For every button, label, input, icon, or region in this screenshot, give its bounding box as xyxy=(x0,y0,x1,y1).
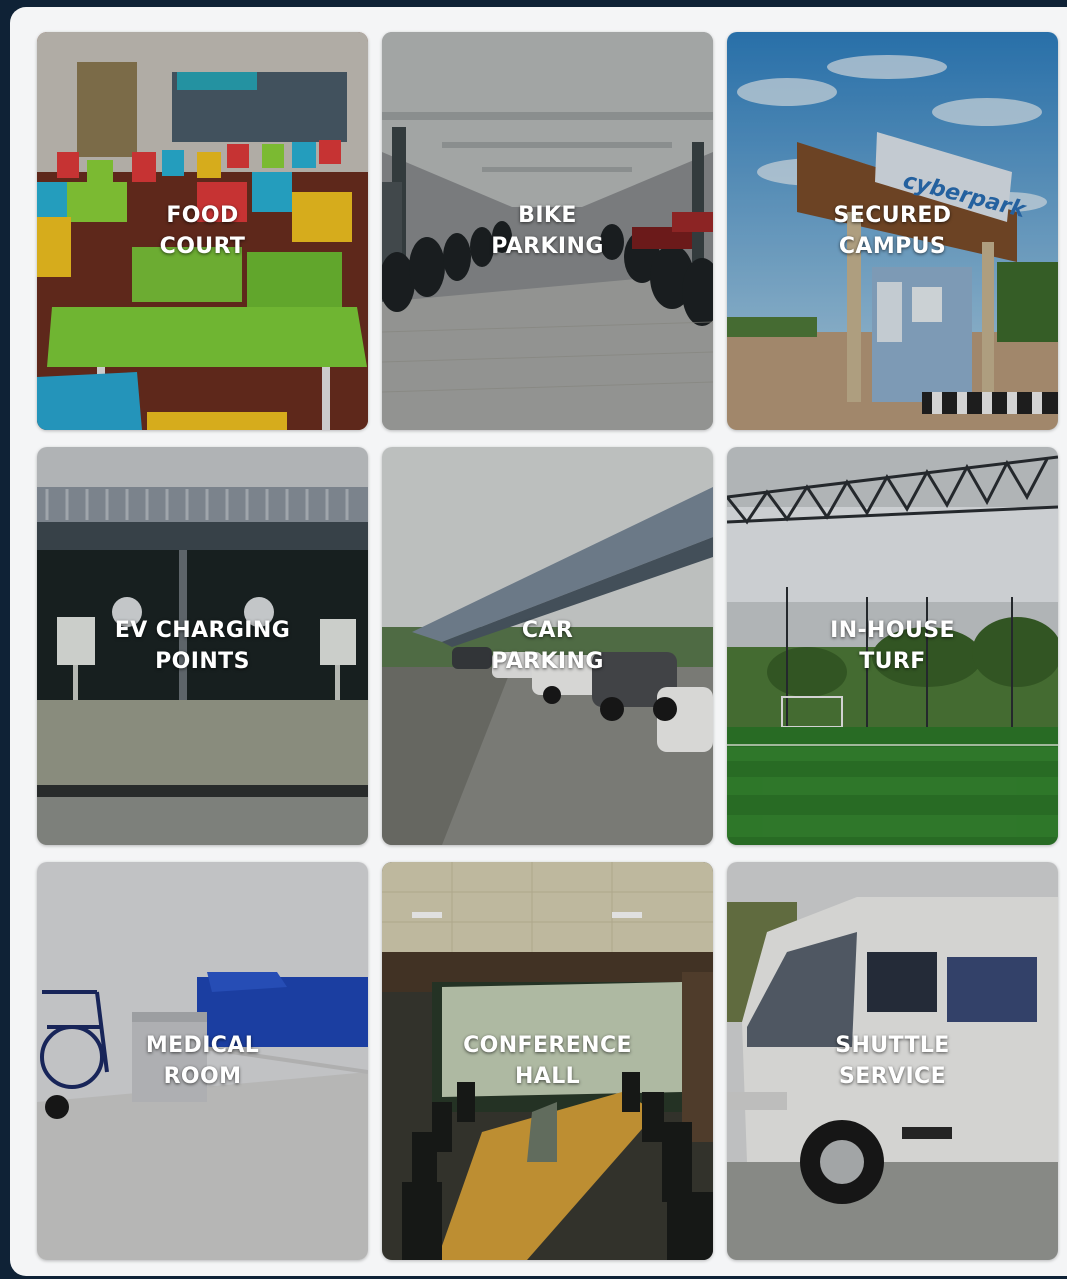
amenity-label: BIKE PARKING xyxy=(491,203,604,259)
amenity-tile-food-court[interactable]: FOOD COURT xyxy=(37,32,368,430)
amenity-label: SHUTTLE SERVICE xyxy=(835,1033,950,1089)
amenity-label: SECURED CAMPUS xyxy=(833,203,952,259)
amenity-label: FOOD COURT xyxy=(159,203,246,259)
amenity-tile-in-house-turf[interactable]: IN-HOUSE TURF xyxy=(727,447,1058,845)
amenities-panel: FOOD COURT BIKE PARKING cyberpark SECURE… xyxy=(10,7,1067,1276)
amenity-tile-bike-parking[interactable]: BIKE PARKING xyxy=(382,32,713,430)
amenity-label: MEDICAL ROOM xyxy=(145,1033,260,1089)
amenity-tile-conference-hall[interactable]: CONFERENCE HALL xyxy=(382,862,713,1260)
amenity-tile-shuttle-service[interactable]: SHUTTLE SERVICE xyxy=(727,862,1058,1260)
amenity-label: CAR PARKING xyxy=(491,618,604,674)
amenity-label: EV CHARGING POINTS xyxy=(114,618,291,674)
amenity-tile-medical-room[interactable]: MEDICAL ROOM xyxy=(37,862,368,1260)
amenity-label: IN-HOUSE TURF xyxy=(830,618,955,674)
amenity-tile-secured-campus[interactable]: cyberpark SECURED CAMPUS xyxy=(727,32,1058,430)
amenity-tile-ev-charging-points[interactable]: EV CHARGING POINTS xyxy=(37,447,368,845)
amenity-label: CONFERENCE HALL xyxy=(463,1033,632,1089)
amenity-tile-car-parking[interactable]: CAR PARKING xyxy=(382,447,713,845)
